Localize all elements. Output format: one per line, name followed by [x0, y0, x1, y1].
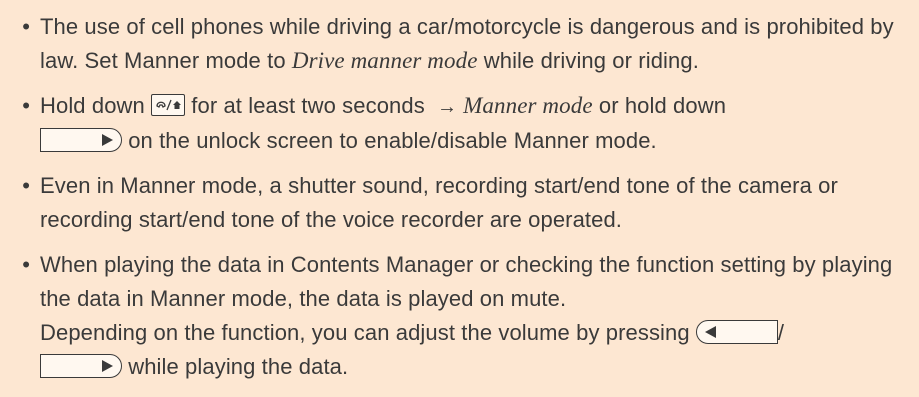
note-item-shutter: • Even in Manner mode, a shutter sound, … — [0, 169, 919, 237]
note-item-toggle: • Hold down for at least two seconds → Ma… — [0, 89, 919, 158]
note-text-part: while playing the data. — [122, 354, 349, 379]
bullet-dot: • — [22, 173, 30, 198]
left-triangle-icon — [704, 326, 716, 338]
manner-mode-term: Manner mode — [463, 93, 593, 118]
note-text-part: When playing the data in Contents Manage… — [40, 252, 893, 311]
note-item-playback: • When playing the data in Contents Mana… — [0, 248, 919, 384]
right-arrow-key-icon — [40, 128, 122, 152]
bullet-dot: • — [22, 252, 30, 277]
note-text: Even in Manner mode, a shutter sound, re… — [40, 173, 838, 232]
left-arrow-key-icon — [695, 320, 778, 344]
note-text-part: Depending on the function, you can adjus… — [40, 320, 696, 345]
note-text: Hold down for at least two seconds → Mann… — [40, 89, 907, 158]
note-text-part: or hold down — [592, 93, 727, 118]
key-separator: / — [777, 320, 785, 345]
note-text-part: on the unlock screen to enable/disable M… — [122, 128, 657, 153]
note-text: The use of cell phones while driving a c… — [40, 10, 907, 78]
drive-manner-mode-term: Drive manner mode — [291, 48, 478, 73]
note-item-driving: • The use of cell phones while driving a… — [0, 10, 919, 78]
phone-manner-key-icon — [151, 94, 186, 116]
note-text: When playing the data in Contents Manage… — [40, 248, 907, 384]
notes-list: • The use of cell phones while driving a… — [0, 0, 919, 397]
note-text-part: Hold down — [40, 93, 152, 118]
right-triangle-icon — [102, 360, 113, 372]
right-arrow-key-icon — [40, 354, 122, 378]
note-text-part: for at least two seconds — [185, 93, 432, 118]
right-triangle-icon — [102, 134, 113, 146]
arrow-right-icon: → — [437, 96, 458, 118]
bullet-dot: • — [22, 93, 30, 118]
bullet-dot: • — [22, 14, 30, 39]
note-text-part: while driving or riding. — [477, 48, 699, 73]
